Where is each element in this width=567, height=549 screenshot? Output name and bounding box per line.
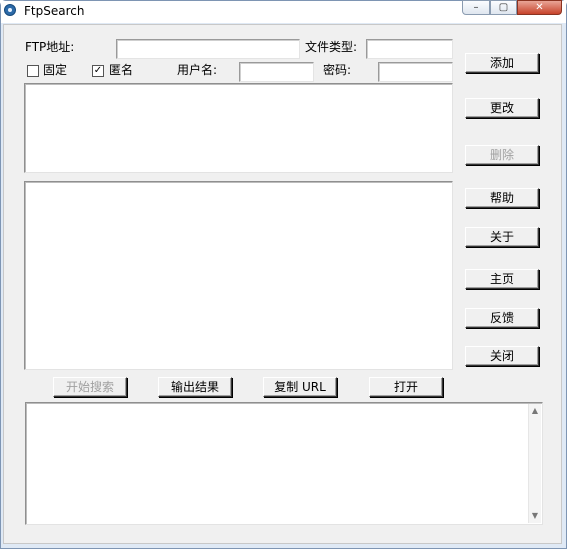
search-list[interactable] xyxy=(24,181,453,370)
minimize-icon: – xyxy=(473,2,479,13)
check-icon: ✓ xyxy=(93,65,103,76)
open-button[interactable]: 打开 xyxy=(369,377,443,397)
anonymous-checkbox[interactable]: ✓ xyxy=(92,65,104,77)
results-scrollbar[interactable]: ▲ ▼ xyxy=(528,404,541,523)
window-title: FtpSearch xyxy=(24,4,85,18)
ftp-address-label: FTP地址: xyxy=(25,40,75,54)
anonymous-label: 匿名 xyxy=(109,63,134,77)
modify-button[interactable]: 更改 xyxy=(465,98,539,118)
username-input[interactable] xyxy=(239,62,314,82)
close-icon: ✕ xyxy=(535,2,544,13)
app-logo-icon xyxy=(4,4,16,16)
ftp-address-input[interactable] xyxy=(116,39,300,59)
fixed-checkbox[interactable] xyxy=(27,65,39,77)
results-text-area[interactable] xyxy=(25,402,543,525)
close-button[interactable]: 关闭 xyxy=(465,346,539,366)
export-results-button[interactable]: 输出结果 xyxy=(158,377,232,397)
help-button[interactable]: 帮助 xyxy=(465,188,539,208)
delete-button[interactable]: 删除 xyxy=(465,145,539,165)
copy-url-button[interactable]: 复制 URL xyxy=(263,377,337,397)
password-label: 密码: xyxy=(323,63,352,77)
username-label: 用户名: xyxy=(177,63,218,77)
maximize-icon: ▢ xyxy=(498,2,509,13)
password-input[interactable] xyxy=(378,62,453,82)
feedback-button[interactable]: 反馈 xyxy=(465,308,539,328)
close-window-button[interactable]: ✕ xyxy=(517,0,562,15)
about-button[interactable]: 关于 xyxy=(465,227,539,247)
scroll-up-arrow-icon[interactable]: ▲ xyxy=(529,405,541,417)
home-button[interactable]: 主页 xyxy=(465,269,539,289)
file-type-label: 文件类型: xyxy=(305,40,358,54)
minimize-button[interactable]: – xyxy=(462,0,490,15)
add-button[interactable]: 添加 xyxy=(465,53,539,73)
maximize-button[interactable]: ▢ xyxy=(490,0,517,15)
scroll-down-arrow-icon[interactable]: ▼ xyxy=(529,510,541,522)
start-search-button[interactable]: 开始搜索 xyxy=(53,377,127,397)
file-type-input[interactable] xyxy=(366,39,453,59)
ftp-server-list[interactable] xyxy=(24,83,453,173)
fixed-label: 固定 xyxy=(43,63,68,77)
